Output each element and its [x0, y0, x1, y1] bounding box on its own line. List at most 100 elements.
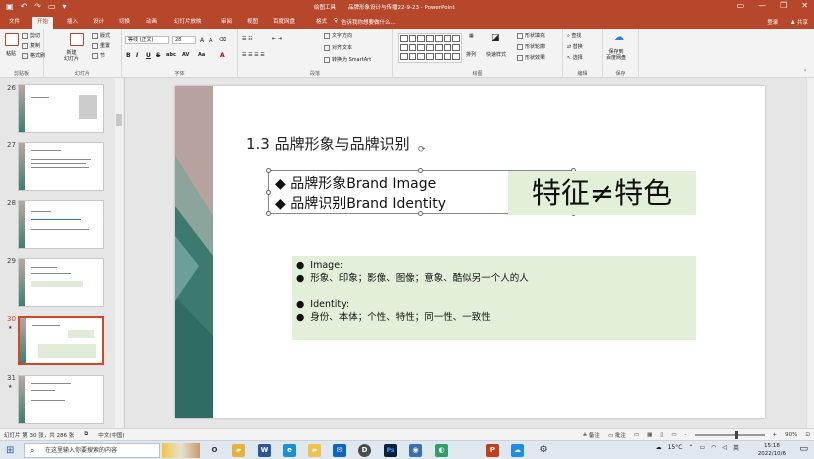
redo-icon[interactable]: ↷	[34, 2, 41, 12]
reset-button[interactable]: 重置	[92, 42, 110, 49]
folder-icon[interactable]: ▰	[308, 444, 321, 457]
shrink-font-button[interactable]: A	[209, 38, 212, 44]
collapse-ribbon-icon[interactable]: ⌃	[803, 69, 807, 75]
zoom-out-button[interactable]: -	[685, 432, 687, 438]
tab-format[interactable]: 格式	[311, 17, 332, 29]
shape-elbow-2[interactable]	[426, 44, 434, 51]
app-green-icon[interactable]: ◐	[435, 444, 448, 457]
clear-format-icon[interactable]: ⌫	[219, 37, 226, 43]
paste-icon[interactable]	[5, 33, 19, 46]
shape-rect[interactable]	[434, 35, 443, 42]
volume-icon[interactable]: ◁	[722, 444, 727, 451]
resize-handle-l[interactable]	[266, 190, 271, 195]
save-baidu-button[interactable]: 保存到 百度网盘	[606, 49, 626, 61]
shape-more[interactable]	[452, 35, 460, 42]
task-view-icon[interactable]: O	[208, 444, 221, 457]
notification-icon[interactable]: ▭	[799, 444, 808, 454]
tab-view[interactable]: 视图	[242, 17, 263, 29]
shape-line[interactable]	[417, 35, 426, 42]
close-button[interactable]: ✕	[801, 1, 808, 10]
font-name-combo[interactable]: 等线 (正文)	[125, 36, 169, 44]
definition-box[interactable]: ● Image: ● 形象、印象；影像、图像；意象、酷似另一个人的人 ● Identi…	[292, 256, 696, 340]
shape-gallery[interactable]	[398, 33, 462, 63]
dell-icon[interactable]: D	[358, 444, 371, 457]
quick-styles-button[interactable]: 快速样式	[486, 51, 506, 58]
tab-animations[interactable]: 动画	[141, 17, 162, 29]
search-highlight-image[interactable]	[162, 443, 200, 458]
fit-slide-icon[interactable]: ⊡	[805, 432, 810, 438]
replace-button[interactable]: ⇄ 替换	[567, 43, 583, 50]
battery-icon[interactable]: ▭	[699, 444, 705, 451]
main-bullet-list[interactable]: ◆ 品牌形象Brand Image ◆ 品牌识别Brand Identity	[275, 174, 446, 214]
arrange-button[interactable]: 排列	[466, 51, 476, 58]
spellcheck-icon[interactable]: ⧉	[84, 431, 88, 439]
tab-transitions[interactable]: 切换	[114, 17, 135, 29]
shadow-button[interactable]: abc	[166, 52, 176, 58]
sorter-view-icon[interactable]: ▦	[647, 432, 652, 438]
shape-fill-button[interactable]: 形状填充	[517, 32, 545, 39]
zoom-slider[interactable]	[694, 431, 765, 439]
ime-indicator[interactable]: 英	[733, 443, 739, 452]
layout-button[interactable]: 版式	[92, 32, 110, 39]
tab-slideshow[interactable]: 幻灯片放映	[169, 17, 207, 29]
cut-button[interactable]: 剪切	[22, 32, 40, 39]
cloud-app-icon[interactable]: ☁	[511, 444, 524, 457]
slide-canvas[interactable]: 1.3 品牌形象与品牌识别 ⟳ ◆ 品牌形象Brand Image ◆ 品牌识别…	[175, 86, 765, 418]
spacing-button[interactable]: AV	[182, 52, 189, 58]
language-indicator[interactable]: 中文(中国)	[98, 431, 124, 439]
edge-icon[interactable]: e	[283, 444, 296, 457]
callout-box[interactable]: 特征≠特色	[508, 171, 696, 215]
resize-handle-bl[interactable]	[266, 211, 271, 216]
notes-button[interactable]: ≜ 备注	[583, 431, 600, 439]
minimize-button[interactable]: —	[758, 1, 766, 10]
share-button[interactable]: ♟ 共享	[790, 18, 808, 26]
tab-review[interactable]: 审阅	[216, 17, 237, 29]
thumbnail-slide-27[interactable]	[18, 142, 104, 191]
photoshop-icon[interactable]: Ps	[384, 444, 397, 457]
strike-button[interactable]: S	[156, 52, 160, 59]
tab-baidu[interactable]: 百度网盘	[268, 17, 300, 29]
present-icon[interactable]: ▭	[48, 2, 56, 12]
slide-title[interactable]: 1.3 品牌形象与品牌识别	[246, 133, 410, 154]
quick-styles-icon[interactable]: ◪	[491, 33, 500, 43]
powerpoint-icon[interactable]: P	[486, 444, 499, 457]
zoom-in-button[interactable]: +	[773, 432, 778, 438]
mail-icon[interactable]: ✉	[333, 444, 346, 457]
text-direction-button[interactable]: 文字方向	[324, 32, 352, 39]
shape-rect-2[interactable]	[400, 44, 408, 51]
select-button[interactable]: ↖ 选择	[567, 54, 583, 61]
resize-handle-tl[interactable]	[266, 168, 271, 173]
shape-curve-2[interactable]	[443, 53, 452, 60]
shape-textbox[interactable]	[400, 35, 408, 42]
app-blue-icon[interactable]: ◉	[409, 444, 422, 457]
login-link[interactable]: 登录	[767, 18, 778, 26]
windows-start-icon[interactable]: ⊞	[6, 445, 14, 456]
cloud-icon[interactable]: ☁	[614, 32, 624, 43]
find-button[interactable]: ⌕ 查找	[567, 32, 581, 39]
thumbnail-slide-26[interactable]	[18, 84, 104, 133]
thumbnail-slide-28[interactable]	[18, 200, 104, 249]
tab-design[interactable]: 设计	[88, 17, 109, 29]
taskbar-search-input[interactable]: ⌕ 在这里输入你要搜索的内容	[24, 443, 160, 458]
shape-curve[interactable]	[434, 53, 443, 60]
shape-outline-button[interactable]: 形状轮廓	[517, 43, 545, 50]
align-text-button[interactable]: 对齐文本	[324, 44, 352, 51]
shape-line-2[interactable]	[426, 35, 434, 42]
clock[interactable]: 15:18 2022/10/6	[758, 442, 786, 458]
wifi-icon[interactable]: ◠	[711, 444, 716, 451]
tell-me-box[interactable]: ♀ 告诉我你想要做什么...	[334, 18, 396, 26]
shape-triangle[interactable]	[408, 44, 417, 51]
new-slide-icon[interactable]	[70, 33, 84, 46]
format-painter-button[interactable]: 格式刷	[22, 52, 45, 59]
shape-arrow-2[interactable]	[443, 44, 452, 51]
shape-brace[interactable]	[417, 53, 426, 60]
rotate-handle-icon[interactable]: ⟳	[418, 145, 426, 155]
settings-icon[interactable]: ⚙	[537, 444, 550, 457]
reading-view-icon[interactable]: ▯	[660, 432, 663, 438]
italic-button[interactable]: I	[136, 52, 138, 59]
shape-oval[interactable]	[443, 35, 452, 42]
shape-arrow-3[interactable]	[400, 53, 408, 60]
new-slide-button[interactable]: 新建 幻灯片	[64, 50, 79, 62]
resize-handle-t[interactable]	[418, 168, 423, 173]
shape-more-3[interactable]	[452, 53, 460, 60]
